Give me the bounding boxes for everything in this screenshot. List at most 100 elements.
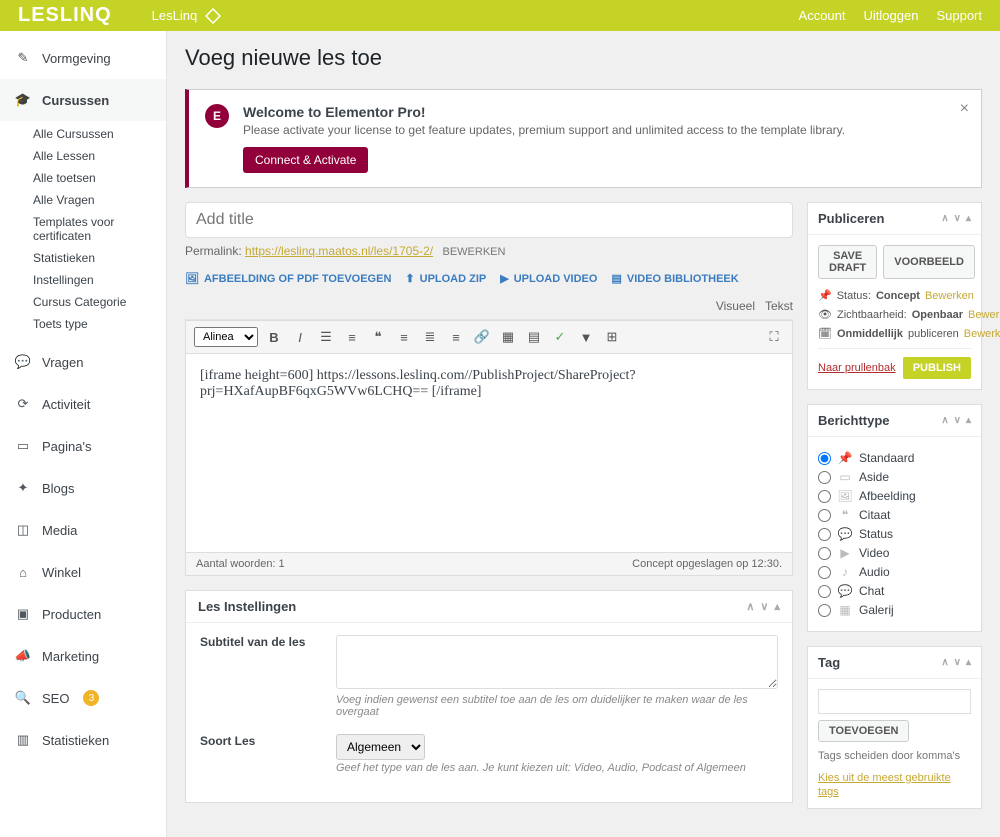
connect-activate-button[interactable]: Connect & Activate bbox=[243, 147, 368, 173]
sidebar-item-media[interactable]: ◫Media bbox=[0, 509, 166, 551]
save-draft-button[interactable]: SAVE DRAFT bbox=[818, 245, 877, 279]
more-dropdown[interactable]: ▼ bbox=[576, 327, 596, 347]
logo[interactable]: LESLINQ bbox=[18, 4, 112, 27]
format-video[interactable] bbox=[818, 547, 831, 560]
account-link[interactable]: Account bbox=[799, 8, 846, 23]
chatf-icon: 💬 bbox=[837, 583, 853, 599]
close-icon[interactable]: × bbox=[960, 100, 969, 118]
type-select[interactable]: Algemeen bbox=[336, 734, 425, 760]
sidebar-item-marketing[interactable]: 📣Marketing bbox=[0, 635, 166, 677]
format-aside[interactable] bbox=[818, 471, 831, 484]
tag-title: Tag bbox=[818, 655, 840, 670]
add-media-button[interactable]: 🖼AFBEELDING OF PDF TOEVOEGEN bbox=[185, 272, 391, 285]
publish-button[interactable]: PUBLISH bbox=[903, 357, 971, 379]
readmore-button[interactable]: ▤ bbox=[524, 327, 544, 347]
align-center-button[interactable]: ≣ bbox=[420, 327, 440, 347]
quote-button[interactable]: ❝ bbox=[368, 327, 388, 347]
permalink-label: Permalink: bbox=[185, 244, 242, 258]
wordcount: Aantal woorden: 1 bbox=[196, 558, 285, 570]
add-tag-button[interactable]: TOEVOEGEN bbox=[818, 720, 909, 742]
elementor-notice: E Welcome to Elementor Pro! Please activ… bbox=[185, 89, 982, 188]
sidebar-item-winkel[interactable]: ⌂Winkel bbox=[0, 551, 166, 593]
videof-icon: ▶ bbox=[837, 545, 853, 561]
elementor-icon: E bbox=[205, 104, 229, 128]
visibility-edit[interactable]: Bewerken bbox=[968, 309, 1000, 321]
format-quote[interactable] bbox=[818, 509, 831, 522]
bold-button[interactable]: B bbox=[264, 327, 284, 347]
seo-badge: 3 bbox=[83, 690, 99, 706]
panel-toggle-icon[interactable]: ▴ bbox=[774, 600, 780, 613]
link-button[interactable]: 🔗 bbox=[472, 327, 492, 347]
sidebar-item-vormgeving[interactable]: ✎ Vormgeving bbox=[0, 37, 166, 79]
sidebar-sub-categorie[interactable]: Cursus Categorie bbox=[0, 291, 166, 313]
type-label: Soort Les bbox=[200, 734, 320, 748]
upload-icon: ⬆ bbox=[405, 272, 414, 285]
shortcode-button[interactable]: ✓ bbox=[550, 327, 570, 347]
sidebar-sub-alle-cursussen[interactable]: Alle Cursussen bbox=[0, 123, 166, 145]
italic-button[interactable]: I bbox=[290, 327, 310, 347]
panel-down-icon[interactable]: ∨ bbox=[760, 600, 768, 613]
chart-icon: ▥ bbox=[14, 731, 32, 749]
align-right-button[interactable]: ≡ bbox=[446, 327, 466, 347]
format-chat[interactable] bbox=[818, 585, 831, 598]
sidebar-sub-statistieken[interactable]: Statistieken bbox=[0, 247, 166, 269]
insert-button[interactable]: ▦ bbox=[498, 327, 518, 347]
format-title: Berichttype bbox=[818, 413, 890, 428]
sidebar-sub-alle-toetsen[interactable]: Alle toetsen bbox=[0, 167, 166, 189]
logout-link[interactable]: Uitloggen bbox=[864, 8, 919, 23]
permalink-edit[interactable]: BEWERKEN bbox=[442, 246, 505, 258]
notice-title: Welcome to Elementor Pro! bbox=[243, 104, 845, 120]
sidebar-item-paginas[interactable]: ▭Pagina's bbox=[0, 425, 166, 467]
ul-button[interactable]: ☰ bbox=[316, 327, 336, 347]
sidebar-sub-templates[interactable]: Templates voor certificaten bbox=[0, 211, 166, 247]
format-status[interactable] bbox=[818, 528, 831, 541]
chat-icon: 💬 bbox=[14, 353, 32, 371]
panel-up-icon[interactable]: ∧ bbox=[746, 600, 754, 613]
sidebar-item-producten[interactable]: ▣Producten bbox=[0, 593, 166, 635]
format-standard[interactable] bbox=[818, 452, 831, 465]
grid-button[interactable]: ⊞ bbox=[602, 327, 622, 347]
sidebar-item-activiteit[interactable]: ⟳Activiteit bbox=[0, 383, 166, 425]
title-input[interactable] bbox=[185, 202, 793, 238]
status-icon: 💬 bbox=[837, 526, 853, 542]
activity-icon: ⟳ bbox=[14, 395, 32, 413]
format-gallery[interactable] bbox=[818, 604, 831, 617]
format-audio[interactable] bbox=[818, 566, 831, 579]
sidebar-item-blogs[interactable]: ✦Blogs bbox=[0, 467, 166, 509]
video-icon: ▶ bbox=[500, 272, 508, 285]
trash-link[interactable]: Naar prullenbak bbox=[818, 362, 896, 374]
sidebar-sub-alle-vragen[interactable]: Alle Vragen bbox=[0, 189, 166, 211]
upload-zip-button[interactable]: ⬆UPLOAD ZIP bbox=[405, 272, 486, 285]
sidebar-item-vragen[interactable]: 💬Vragen bbox=[0, 341, 166, 383]
permalink-url[interactable]: https://leslinq.maatos.nl/les/1705-2/ bbox=[245, 244, 433, 258]
sidebar-sub-toets-type[interactable]: Toets type bbox=[0, 313, 166, 335]
upload-video-button[interactable]: ▶UPLOAD VIDEO bbox=[500, 272, 597, 285]
product-icon: ▣ bbox=[14, 605, 32, 623]
ol-button[interactable]: ≡ bbox=[342, 327, 362, 347]
status-edit[interactable]: Bewerken bbox=[925, 290, 974, 302]
tab-text[interactable]: Tekst bbox=[765, 299, 793, 313]
sidebar-sub-instellingen[interactable]: Instellingen bbox=[0, 269, 166, 291]
editor-textarea[interactable]: [iframe height=600] https://lessons.lesl… bbox=[185, 353, 793, 553]
type-desc: Geef het type van de les aan. Je kunt ki… bbox=[336, 762, 778, 774]
format-select[interactable]: Alinea bbox=[194, 327, 258, 347]
subtitle-textarea[interactable] bbox=[336, 635, 778, 689]
choose-tags-link[interactable]: Kies uit de meest gebruikte tags bbox=[818, 772, 951, 798]
eye-icon: 👁 bbox=[818, 308, 832, 321]
sidebar-sub-alle-lessen[interactable]: Alle Lessen bbox=[0, 145, 166, 167]
align-left-button[interactable]: ≡ bbox=[394, 327, 414, 347]
graduation-icon: 🎓 bbox=[14, 91, 32, 109]
support-link[interactable]: Support bbox=[936, 8, 982, 23]
preview-button[interactable]: VOORBEELD bbox=[883, 245, 975, 279]
sidebar-item-stats[interactable]: ▥Statistieken bbox=[0, 719, 166, 761]
schedule-edit[interactable]: Bewerken bbox=[964, 328, 1000, 340]
format-image[interactable] bbox=[818, 490, 831, 503]
sidebar-item-seo[interactable]: 🔍SEO3 bbox=[0, 677, 166, 719]
tab-visual[interactable]: Visueel bbox=[716, 299, 755, 313]
fullscreen-button[interactable]: ⛶ bbox=[764, 327, 784, 347]
brand-link[interactable]: LesLinq bbox=[152, 8, 222, 24]
calendar-icon: 🗓 bbox=[818, 327, 832, 340]
tag-input[interactable] bbox=[818, 689, 971, 714]
video-library-button[interactable]: ▤VIDEO BIBLIOTHEEK bbox=[611, 272, 738, 285]
sidebar-item-cursussen[interactable]: 🎓 Cursussen bbox=[0, 79, 166, 121]
